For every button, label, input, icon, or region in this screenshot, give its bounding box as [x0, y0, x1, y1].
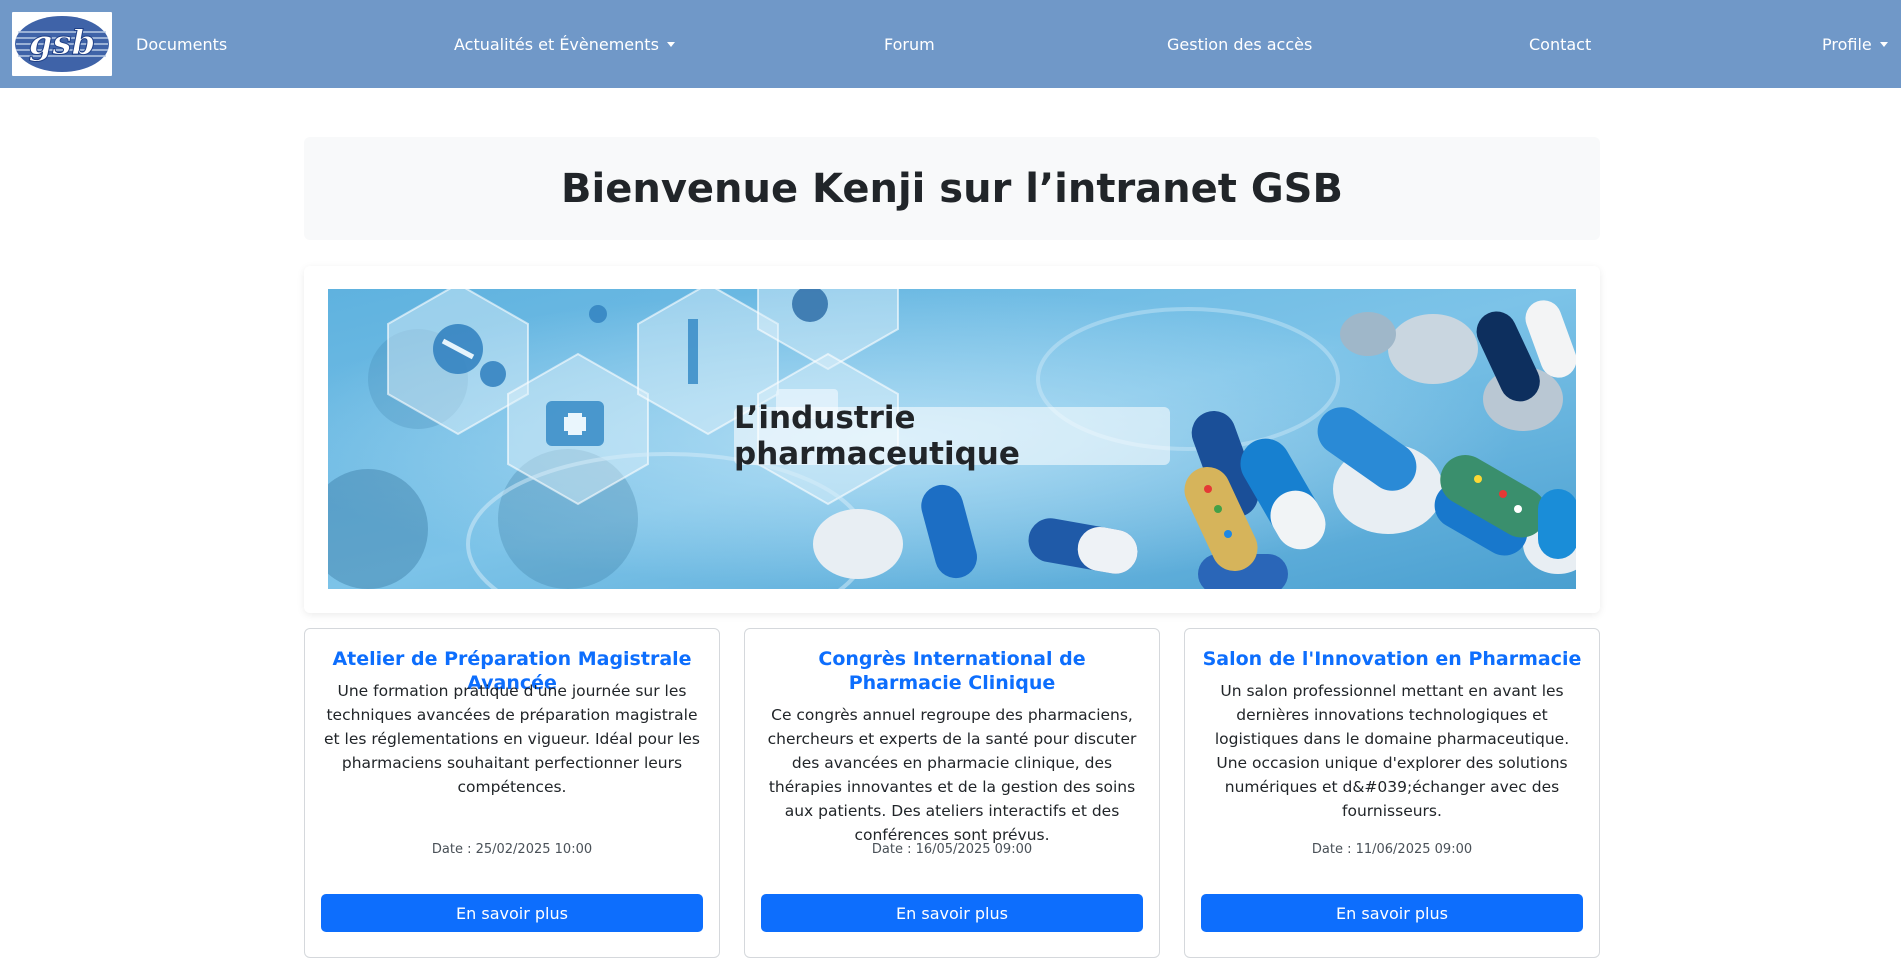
banner-card: L’industrie pharmaceutique: [304, 266, 1600, 613]
learn-more-button[interactable]: En savoir plus: [321, 894, 703, 932]
event-date: Date : 25/02/2025 10:00: [431, 842, 593, 857]
event-title[interactable]: Salon de l'Innovation en Pharmacie: [1199, 647, 1585, 671]
event-description: Ce congrès annuel regroupe des pharmacie…: [767, 706, 1137, 844]
top-navbar: gsb Documents Actualités et Évènements F…: [0, 0, 1901, 88]
page-title: Bienvenue Kenji sur l’intranet GSB: [561, 165, 1343, 212]
pharma-banner-image: L’industrie pharmaceutique: [328, 289, 1576, 589]
svg-text:gsb: gsb: [29, 23, 96, 63]
nav-gestion-acces-label: Gestion des accès: [1167, 34, 1313, 54]
event-card: Salon de l'Innovation en Pharmacie Un sa…: [1184, 628, 1600, 958]
caret-down-icon: [666, 41, 675, 47]
event-date: Date : 16/05/2025 09:00: [871, 842, 1033, 857]
nav-documents-label: Documents: [136, 34, 228, 54]
event-description: Une formation pratique d'une journée sur…: [324, 682, 700, 796]
nav-gestion-acces[interactable]: Gestion des accès: [1167, 0, 1312, 88]
caret-down-icon: [1879, 41, 1888, 47]
event-title[interactable]: Congrès International de Pharmacie Clini…: [759, 647, 1145, 695]
learn-more-button[interactable]: En savoir plus: [1201, 894, 1583, 932]
event-description: Un salon professionnel mettant en avant …: [1214, 682, 1570, 820]
nav-forum[interactable]: Forum: [884, 0, 935, 88]
nav-contact[interactable]: Contact: [1529, 0, 1591, 88]
nav-profile-label: Profile: [1822, 34, 1872, 54]
banner-caption: L’industrie pharmaceutique: [734, 400, 1170, 472]
nav-forum-label: Forum: [884, 34, 935, 54]
nav-documents[interactable]: Documents: [136, 0, 227, 88]
nav-actualites-label: Actualités et Évènements: [454, 34, 659, 54]
event-card: Congrès International de Pharmacie Clini…: [744, 628, 1160, 958]
gsb-logo[interactable]: gsb: [12, 12, 112, 76]
nav-actualites-dropdown[interactable]: Actualités et Évènements: [454, 0, 675, 88]
welcome-jumbotron: Bienvenue Kenji sur l’intranet GSB: [304, 137, 1600, 240]
event-card: Atelier de Préparation Magistrale Avancé…: [304, 628, 720, 958]
nav-contact-label: Contact: [1529, 34, 1592, 54]
event-date: Date : 11/06/2025 09:00: [1311, 842, 1473, 857]
nav-profile-dropdown[interactable]: Profile: [1822, 0, 1888, 88]
learn-more-button[interactable]: En savoir plus: [761, 894, 1143, 932]
